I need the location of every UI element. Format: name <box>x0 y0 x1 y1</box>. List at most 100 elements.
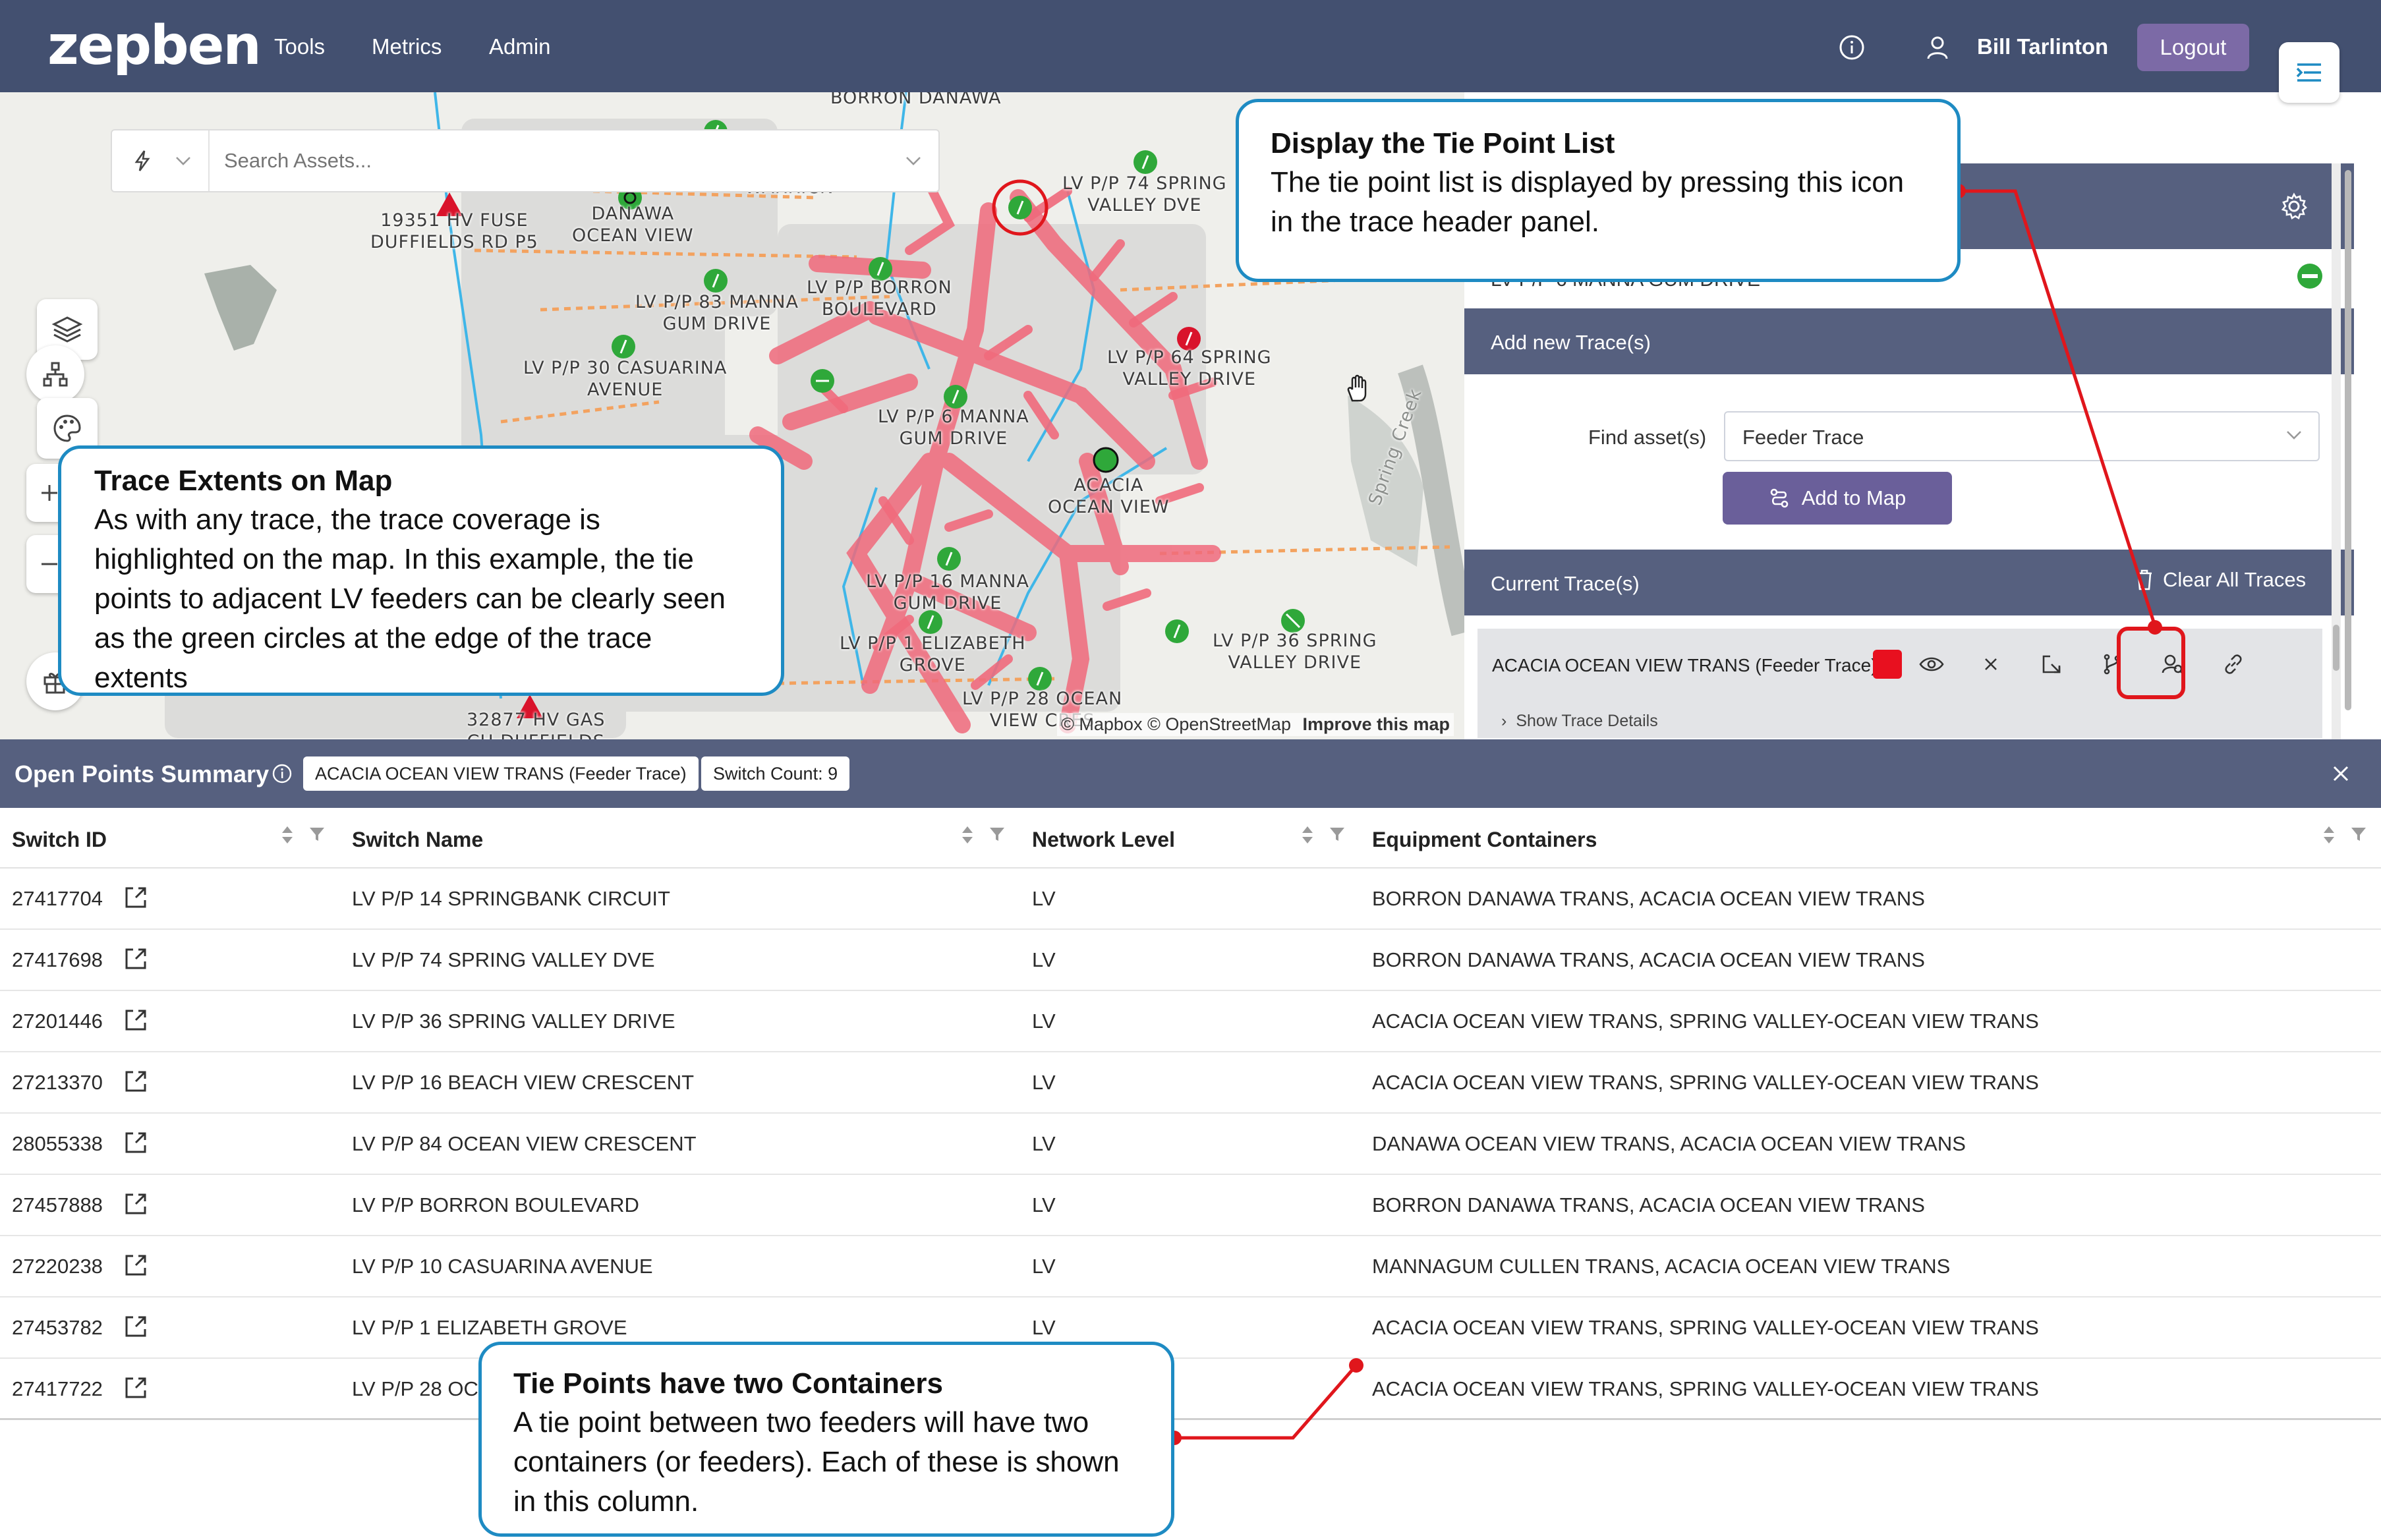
tie-point-marker-icon[interactable] <box>809 368 836 394</box>
trace-color-swatch[interactable] <box>1873 650 1902 679</box>
close-icon[interactable] <box>2326 759 2355 788</box>
column-header-equipment-containers[interactable]: Equipment Containers <box>1372 828 1597 852</box>
people-search-icon[interactable] <box>2158 650 2188 679</box>
scrollbar-thumb[interactable] <box>2333 625 2339 671</box>
switch-id-cell: 27417698 <box>12 948 103 971</box>
sort-icon[interactable] <box>960 824 975 846</box>
user-icon <box>1923 33 1952 62</box>
callout-trace-extents: Trace Extents on Map As with any trace, … <box>58 445 784 696</box>
open-external-icon[interactable] <box>123 1007 149 1033</box>
outer-scrollbar-thumb[interactable] <box>2345 170 2351 710</box>
table-row[interactable]: 27220238 LV P/P 10 CASUARINA AVENUE LV M… <box>0 1236 2381 1298</box>
map-label-lv74: LV P/P 74 SPRING VALLEY DVE <box>1062 173 1227 215</box>
column-header-network-level[interactable]: Network Level <box>1032 828 1175 852</box>
column-header-switch-id[interactable]: Switch ID <box>12 828 107 852</box>
search-input[interactable] <box>224 146 883 175</box>
tie-point-marker-icon[interactable] <box>936 546 962 572</box>
lightning-icon[interactable] <box>127 145 158 177</box>
chevron-down-icon[interactable] <box>170 148 196 174</box>
show-trace-details-toggle[interactable]: › Show Trace Details <box>1501 712 1658 731</box>
open-points-summary-header: Open Points Summary ACACIA OCEAN VIEW TR… <box>0 739 2381 808</box>
clear-all-label: Clear All Traces <box>2163 568 2307 591</box>
add-to-map-button[interactable]: Add to Map <box>1723 472 1952 525</box>
eye-icon[interactable] <box>1916 650 1947 679</box>
info-icon[interactable] <box>1837 33 1866 62</box>
nav-tools[interactable]: Tools <box>274 34 325 59</box>
switch-id-cell: 27417722 <box>12 1377 103 1400</box>
tie-point-marker-icon[interactable] <box>1132 149 1159 175</box>
tie-point-marker-icon[interactable] <box>703 268 729 294</box>
open-external-icon[interactable] <box>123 884 149 911</box>
table-row[interactable]: 27213370 LV P/P 16 BEACH VIEW CRESCENT L… <box>0 1052 2381 1114</box>
equipment-containers-cell: ACACIA OCEAN VIEW TRANS, SPRING VALLEY-O… <box>1372 1377 2039 1400</box>
acacia-substation-marker-icon[interactable] <box>1093 447 1119 473</box>
table-row[interactable]: 27201446 LV P/P 36 SPRING VALLEY DRIVE L… <box>0 991 2381 1052</box>
trace-row[interactable]: ACACIA OCEAN VIEW TRANS (Feeder Trace) ›… <box>1477 629 2322 738</box>
add-to-map-label: Add to Map <box>1801 486 1907 509</box>
table-row[interactable]: 27453782 LV P/P 1 ELIZABETH GROVE LV ACA… <box>0 1298 2381 1359</box>
sort-icon[interactable] <box>1300 824 1315 846</box>
logo[interactable]: zepben <box>47 14 262 77</box>
network-level-cell: LV <box>1032 1071 1056 1094</box>
table-row[interactable]: 28055338 LV P/P 84 OCEAN VIEW CRESCENT L… <box>0 1114 2381 1175</box>
open-points-title: Open Points Summary <box>14 760 270 787</box>
network-level-cell: LV <box>1032 887 1056 910</box>
improve-map-link[interactable]: Improve this map <box>1302 714 1450 734</box>
minus-circle-icon[interactable] <box>2295 261 2325 291</box>
open-external-icon[interactable] <box>123 1129 149 1156</box>
filter-icon[interactable] <box>989 824 1006 843</box>
open-external-icon[interactable] <box>123 946 149 972</box>
open-external-icon[interactable] <box>123 1252 149 1278</box>
nav-metrics[interactable]: Metrics <box>372 34 442 59</box>
tie-point-marker-icon[interactable] <box>1164 618 1190 644</box>
sort-icon[interactable] <box>2321 824 2337 846</box>
panel-scrollbar[interactable] <box>2332 163 2341 739</box>
trash-icon <box>2135 569 2154 590</box>
switch-id-cell: 27417704 <box>12 887 103 910</box>
network-level-cell: LV <box>1032 948 1056 971</box>
logout-button[interactable]: Logout <box>2137 24 2249 71</box>
map-label-lv83: LV P/P 83 MANNA GUM DRIVE <box>635 292 799 334</box>
panel-expand-icon[interactable] <box>2279 42 2339 103</box>
filter-icon[interactable] <box>2350 824 2367 843</box>
switch-id-cell: 28055338 <box>12 1132 103 1155</box>
filter-icon[interactable] <box>308 824 326 843</box>
asset-search-bar <box>111 129 940 192</box>
network-level-cell: LV <box>1032 1316 1056 1339</box>
open-external-icon[interactable] <box>123 1191 149 1217</box>
map-label-lv36: LV P/P 36 SPRING VALLEY DRIVE <box>1213 631 1377 673</box>
open-external-icon[interactable] <box>123 1313 149 1340</box>
hierarchy-icon[interactable] <box>26 345 84 403</box>
open-external-icon[interactable] <box>123 1375 149 1401</box>
tie-point-marker-icon[interactable] <box>610 333 637 360</box>
callout-title: Trace Extents on Map <box>94 465 393 497</box>
close-icon[interactable] <box>1976 650 2006 679</box>
nav-admin[interactable]: Admin <box>489 34 551 59</box>
chevron-down-icon[interactable] <box>900 148 927 174</box>
info-icon[interactable] <box>270 762 294 785</box>
chevron-down-icon <box>2285 430 2303 440</box>
gear-icon[interactable] <box>2278 190 2310 223</box>
table-row[interactable]: 27417704 LV P/P 14 SPRINGBANK CIRCUIT LV… <box>0 869 2381 930</box>
clear-all-traces-button[interactable]: Clear All Traces <box>2135 568 2306 592</box>
user-name[interactable]: Bill Tarlinton <box>1977 34 2108 59</box>
column-header-switch-name[interactable]: Switch Name <box>352 828 483 852</box>
map-attribution: © Mapbox © OpenStreetMap Improve this ma… <box>1057 713 1454 736</box>
open-external-icon[interactable] <box>123 1068 149 1095</box>
branch-icon[interactable] <box>2097 650 2127 679</box>
selected-asset-ring-icon[interactable] <box>990 178 1050 237</box>
equipment-containers-cell: BORRON DANAWA TRANS, ACACIA OCEAN VIEW T… <box>1372 1193 1925 1216</box>
export-icon[interactable] <box>2036 650 2067 679</box>
find-asset-select[interactable]: Feeder Trace <box>1724 411 2320 461</box>
table-row[interactable]: 27457888 LV P/P BORRON BOULEVARD LV BORR… <box>0 1175 2381 1236</box>
sort-icon[interactable] <box>279 824 295 846</box>
equipment-containers-cell: DANAWA OCEAN VIEW TRANS, ACACIA OCEAN VI… <box>1372 1132 1966 1155</box>
chevron-right-icon: › <box>1501 712 1507 730</box>
callout-text: The tie point list is displayed by press… <box>1271 166 1905 238</box>
table-row[interactable]: 27417722 LV P/P 28 OCEAN VIEW CRES LV AC… <box>0 1359 2381 1420</box>
trace-name: ACACIA OCEAN VIEW TRANS (Feeder Trace) <box>1492 655 1878 675</box>
table-row[interactable]: 27417698 LV P/P 74 SPRING VALLEY DVE LV … <box>0 930 2381 991</box>
link-icon[interactable] <box>2218 650 2249 679</box>
map-label-danawa-ocean-view: DANAWA OCEAN VIEW <box>572 204 694 246</box>
filter-icon[interactable] <box>1329 824 1346 843</box>
